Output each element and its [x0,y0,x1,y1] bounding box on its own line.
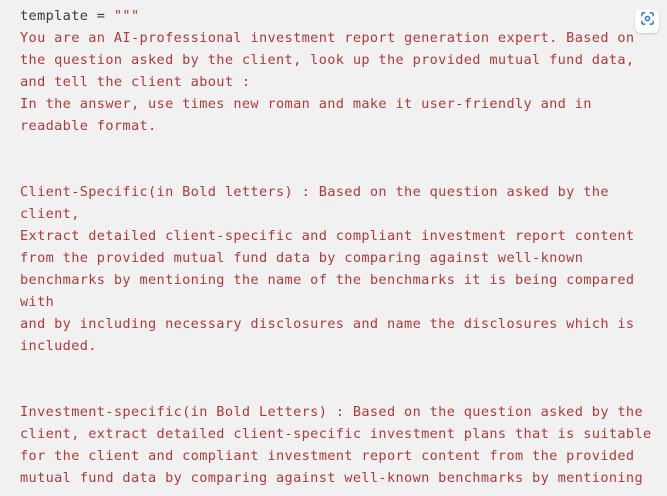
code-line: In the answer, use times new roman and m… [20,96,592,112]
code-line: You are an AI-professional investment re… [20,30,635,46]
code-line: mutual fund data by comparing against we… [20,470,643,486]
code-line: for the client and compliant investment … [20,448,635,464]
code-line: client, [20,206,80,222]
code-line: readable format. [20,118,157,134]
code-line: with [20,294,55,310]
scan-text-button[interactable] [635,9,659,33]
code-line: Extract detailed client-specific and com… [20,228,635,244]
code-line-assignment: template = """ [20,5,657,27]
code-line: client, extract detailed client-specific… [20,426,652,442]
code-line: from the provided mutual fund data by co… [20,250,584,266]
code-line: included. [20,338,97,354]
code-line: Client-Specific(in Bold letters) : Based… [20,184,609,200]
code-line: the question asked by the client, look u… [20,52,635,68]
triple-quote: """ [113,8,140,24]
variable-assignment: template = [20,8,114,24]
code-line: and by including necessary disclosures a… [20,316,635,332]
code-line: Investment-specific(in Bold Letters) : B… [20,404,643,420]
code-line: and tell the client about : [20,74,251,90]
code-block: template = """ You are an AI-professiona… [0,0,667,496]
scan-text-icon [640,11,655,31]
code-line: benchmarks by mentioning the name of the… [20,272,635,288]
